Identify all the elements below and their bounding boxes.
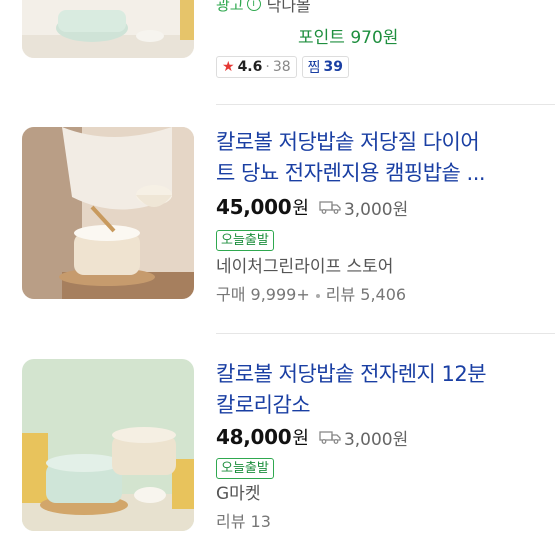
- rating-value: 4.6: [237, 59, 263, 75]
- rice-cooker-photo: [22, 127, 194, 299]
- price-unit: 원: [292, 428, 309, 449]
- rice-cooker-photo: [22, 359, 194, 531]
- store-name[interactable]: G마켓: [216, 480, 536, 508]
- purchase-count: 구매 9,999+: [216, 285, 310, 304]
- rating-badge: ★ 4.6 · 38: [216, 56, 297, 78]
- purchase-review-info: 구매 9,999+ 리뷰 5,406: [216, 281, 536, 309]
- info-icon[interactable]: i: [246, 0, 261, 11]
- product-title-line1[interactable]: 칼로볼 저당밥솥 저당질 다이어: [216, 127, 536, 158]
- zzim-badge[interactable]: 찜 39: [301, 56, 350, 78]
- price-unit: 원: [292, 198, 309, 219]
- review-count-top: 38: [272, 59, 291, 75]
- points-label: 포인트 970원: [298, 28, 399, 48]
- star-icon: ★: [222, 59, 235, 75]
- ad-label: 광고: [216, 0, 244, 14]
- product-title-line1[interactable]: 칼로볼 저당밥솥 전자렌지 12분: [216, 359, 536, 390]
- product-card[interactable]: 칼로볼 저당밥솥 저당질 다이어 트 당뇨 전자렌지용 캠핑밥솥 ... 45,…: [0, 127, 555, 307]
- divider: [216, 333, 555, 334]
- zzim-label: 찜: [307, 60, 321, 76]
- shipping-fee: 3,000원: [319, 195, 408, 220]
- review-count[interactable]: 리뷰 13: [216, 508, 536, 536]
- today-shipping-badge: 오늘출발: [216, 458, 274, 479]
- store-name[interactable]: 네이처그린라이프 스토어: [216, 253, 536, 281]
- product-image[interactable]: [22, 359, 194, 531]
- today-shipping-badge: 오늘출발: [216, 230, 274, 251]
- rice-cooker-photo: [22, 0, 194, 58]
- shipping-fee-value: 3,000원: [343, 429, 409, 450]
- product-image-top[interactable]: [22, 0, 194, 58]
- dot-separator: [315, 293, 320, 298]
- product-image[interactable]: [22, 127, 194, 299]
- rating-separator: ·: [265, 59, 270, 75]
- shipping-fee-value: 3,000원: [343, 199, 409, 220]
- store-name-top[interactable]: 닥나몰: [267, 0, 311, 16]
- product-card[interactable]: 칼로볼 저당밥솥 전자렌지 12분 칼로리감소 48,000 원 3,000원 …: [0, 359, 555, 555]
- price: 45,000: [216, 195, 292, 219]
- zzim-count: 39: [323, 59, 344, 75]
- shipping-fee: 3,000원: [319, 425, 408, 450]
- product-title-line2[interactable]: 칼로리감소: [216, 390, 536, 421]
- review-count[interactable]: 리뷰 5,406: [326, 285, 406, 304]
- product-title-line2[interactable]: 트 당뇨 전자렌지용 캠핑밥솥 ...: [216, 158, 536, 189]
- product-title[interactable]: 칼로볼 저당밥솥 전자렌지 12분 칼로리감소: [216, 359, 536, 421]
- divider: [216, 104, 555, 105]
- truck-icon: [319, 201, 341, 214]
- price: 48,000: [216, 425, 292, 449]
- product-card-top[interactable]: 광고 i 닥나몰 포인트 970원 ★ 4.6 · 38 찜 39: [0, 0, 555, 110]
- product-title[interactable]: 칼로볼 저당밥솥 저당질 다이어 트 당뇨 전자렌지용 캠핑밥솥 ...: [216, 127, 536, 189]
- truck-icon: [319, 431, 341, 444]
